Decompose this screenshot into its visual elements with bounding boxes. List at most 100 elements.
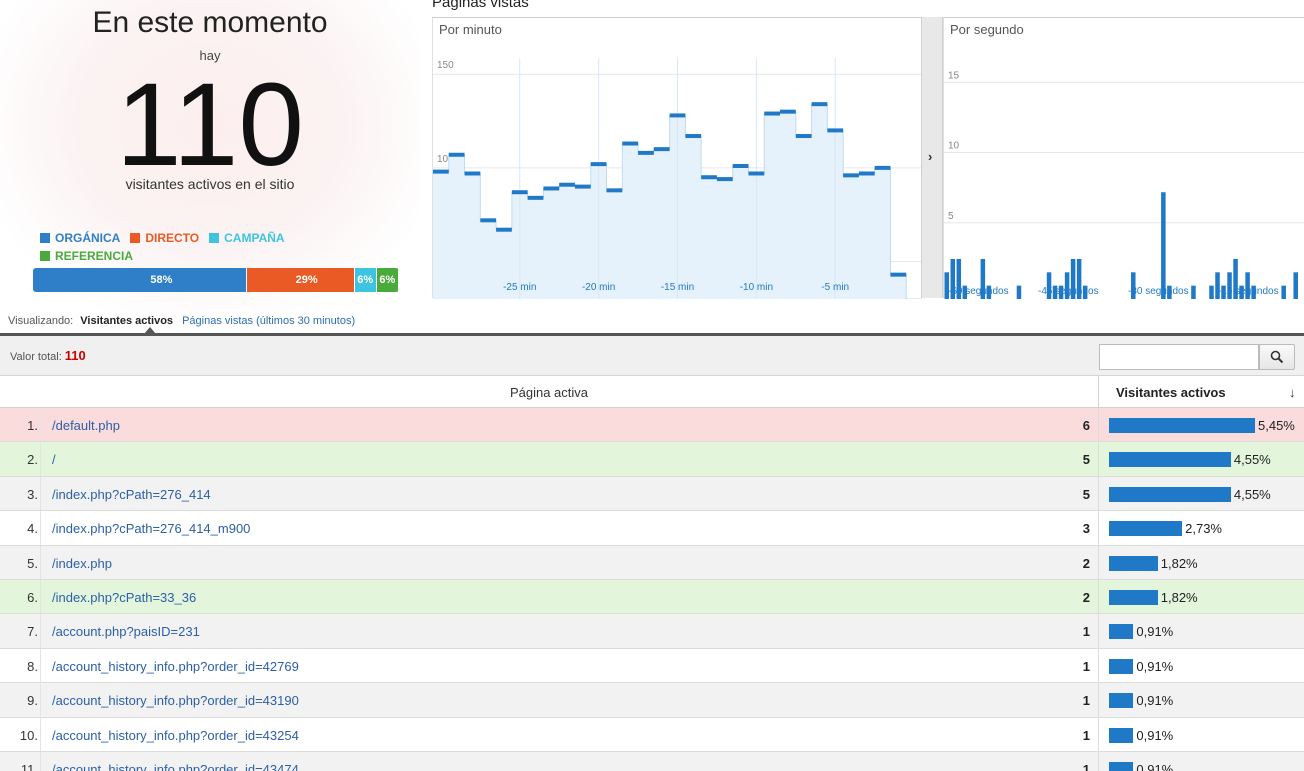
row-number: 5. (27, 555, 38, 571)
visitor-count: 2 (1082, 589, 1090, 605)
visitor-count: 1 (1082, 727, 1090, 743)
legend-label: CAMPAÑA (224, 231, 285, 245)
minute-value-mark (858, 171, 875, 176)
percentage-bar (1109, 761, 1134, 771)
row-divider (40, 442, 41, 476)
visitor-count: 1 (1082, 658, 1090, 674)
x-tick-label: -25 min (503, 282, 536, 293)
row-divider (1098, 648, 1099, 683)
minute-value-mark (685, 134, 702, 139)
chevron-right-icon[interactable]: › (928, 149, 932, 164)
table-row[interactable]: 9. /account_history_info.php?order_id=431… (0, 683, 1304, 718)
summary-title: En este momento (92, 6, 328, 39)
tab-pageviews-30min[interactable]: Páginas vistas (últimos 30 minutos) (182, 315, 355, 327)
table-row[interactable]: 3. /index.php?cPath=276_414 5 4,55% (0, 476, 1304, 512)
visitor-count: 5 (1082, 452, 1090, 468)
total-value: 110 (64, 348, 86, 363)
x-tick-label: -60 segundos (948, 286, 1009, 297)
y-tick-label: 150 (437, 60, 454, 71)
legend-item: CAMPAÑA (209, 229, 285, 247)
percentage-bar (1109, 418, 1255, 433)
second-bar (1191, 285, 1196, 299)
row-number: 6. (27, 589, 38, 605)
traffic-source-segment[interactable]: 6% (354, 268, 377, 292)
table-row[interactable]: 2. / 5 4,55% (0, 442, 1304, 477)
x-tick-label: -15 segundos (1218, 286, 1279, 297)
legend-swatch (130, 233, 141, 243)
minute-value-mark (653, 147, 670, 152)
column-header-active-page[interactable]: Página activa (0, 385, 1098, 400)
table-row[interactable]: 10. /account_history_info.php?order_id=43… (0, 717, 1304, 752)
table-row[interactable]: 5. /index.php 2 1,82% (0, 545, 1304, 580)
table-row[interactable]: 11. /account_history_info.php?order_id=43… (0, 751, 1304, 771)
active-page-link[interactable]: / (52, 452, 56, 467)
traffic-source-segment[interactable]: 29% (247, 268, 355, 292)
total-bar: Valor total: 110 (0, 336, 1304, 376)
minute-value-mark (701, 175, 717, 180)
minute-value-mark (448, 152, 465, 157)
percentage-bar (1109, 693, 1134, 709)
legend-swatch (40, 251, 50, 261)
minute-value-mark (464, 171, 481, 176)
table-row[interactable]: 4. /index.php?cPath=276_414_m900 3 2,73% (0, 511, 1304, 546)
y-tick-label: 15 (948, 70, 960, 81)
active-page-link[interactable]: /account.php?paisID=231 (52, 624, 200, 639)
active-page-link[interactable]: /index.php (52, 556, 112, 571)
table-row[interactable]: 7. /account.php?paisID=231 1 0,91% (0, 614, 1304, 649)
sort-descending-icon[interactable]: ↓ (1289, 385, 1296, 400)
column-header-active-visitors[interactable]: Visitantes activos (1116, 385, 1226, 400)
table-row[interactable]: 6. /index.php?cPath=33_36 2 1,82% (0, 579, 1304, 615)
table-row[interactable]: 1. /default.php 6 5,45% (0, 408, 1304, 443)
row-number: 9. (27, 693, 38, 709)
legend-label: DIRECTO (145, 231, 200, 245)
legend-label: REFERENCIA (55, 249, 134, 263)
visitor-count: 2 (1082, 555, 1090, 571)
traffic-source-legend: ORGÁNICA DIRECTO CAMPAÑA REFERENCIA (40, 229, 295, 265)
tab-active-visitors[interactable]: Visitantes activos (80, 315, 173, 327)
row-divider (40, 648, 41, 683)
minute-value-mark (622, 141, 639, 146)
traffic-source-segment[interactable]: 6% (376, 268, 399, 292)
minute-value-mark (433, 169, 449, 174)
row-number: 7. (27, 624, 38, 640)
active-page-link[interactable]: /account_history_info.php?order_id=43254 (52, 728, 299, 743)
visitor-count: 1 (1082, 761, 1090, 771)
active-page-link[interactable]: /account_history_info.php?order_id=43474 (52, 762, 299, 771)
pageviews-title: Páginas vistas (432, 0, 529, 11)
search-input[interactable] (1099, 344, 1259, 370)
percentage-label: 0,91% (1136, 658, 1174, 674)
active-page-link[interactable]: /index.php?cPath=276_414_m900 (52, 521, 250, 536)
minute-value-mark (732, 163, 749, 168)
legend-item: DIRECTO (130, 229, 199, 247)
per-second-chart: 15 10 5 -60 segundos -45 segundos -30 segundo… (943, 17, 1304, 299)
active-page-link[interactable]: /account_history_info.php?order_id=42769 (52, 659, 299, 674)
row-number: 8. (27, 658, 38, 674)
row-divider (40, 614, 41, 648)
x-tick-label: -15 min (661, 282, 694, 293)
percentage-bar (1109, 486, 1231, 502)
per-minute-chart-svg: 15010050-25 min-20 min-15 min-10 min-5 m… (433, 58, 922, 299)
row-divider (1098, 717, 1099, 751)
minute-value-mark (843, 173, 859, 178)
minute-value-mark (890, 272, 907, 277)
second-bar (1281, 285, 1286, 299)
minute-value-mark (527, 195, 544, 200)
row-number: 2. (27, 452, 38, 468)
percentage-label: 1,82% (1160, 589, 1198, 605)
search-button[interactable] (1259, 344, 1295, 370)
legend-item: ORGÁNICA (40, 229, 120, 247)
minute-value-mark (780, 109, 796, 114)
active-page-link[interactable]: /index.php?cPath=33_36 (52, 590, 196, 605)
minute-value-mark (669, 113, 686, 118)
second-bar (1161, 192, 1166, 299)
active-page-link[interactable]: /account_history_info.php?order_id=43190 (52, 693, 299, 708)
legend-label: ORGÁNICA (55, 231, 121, 245)
active-page-link[interactable]: /default.php (52, 418, 120, 433)
table-row[interactable]: 8. /account_history_info.php?order_id=427… (0, 648, 1304, 684)
percentage-label: 2,73% (1185, 521, 1222, 537)
traffic-source-segment[interactable]: 58% (33, 268, 248, 292)
visitor-count: 3 (1082, 521, 1090, 537)
chart-divider[interactable]: › (921, 17, 943, 298)
active-page-link[interactable]: /index.php?cPath=276_414 (52, 487, 211, 502)
traffic-source-bar: 58% 29% 6% 6% (33, 268, 399, 292)
